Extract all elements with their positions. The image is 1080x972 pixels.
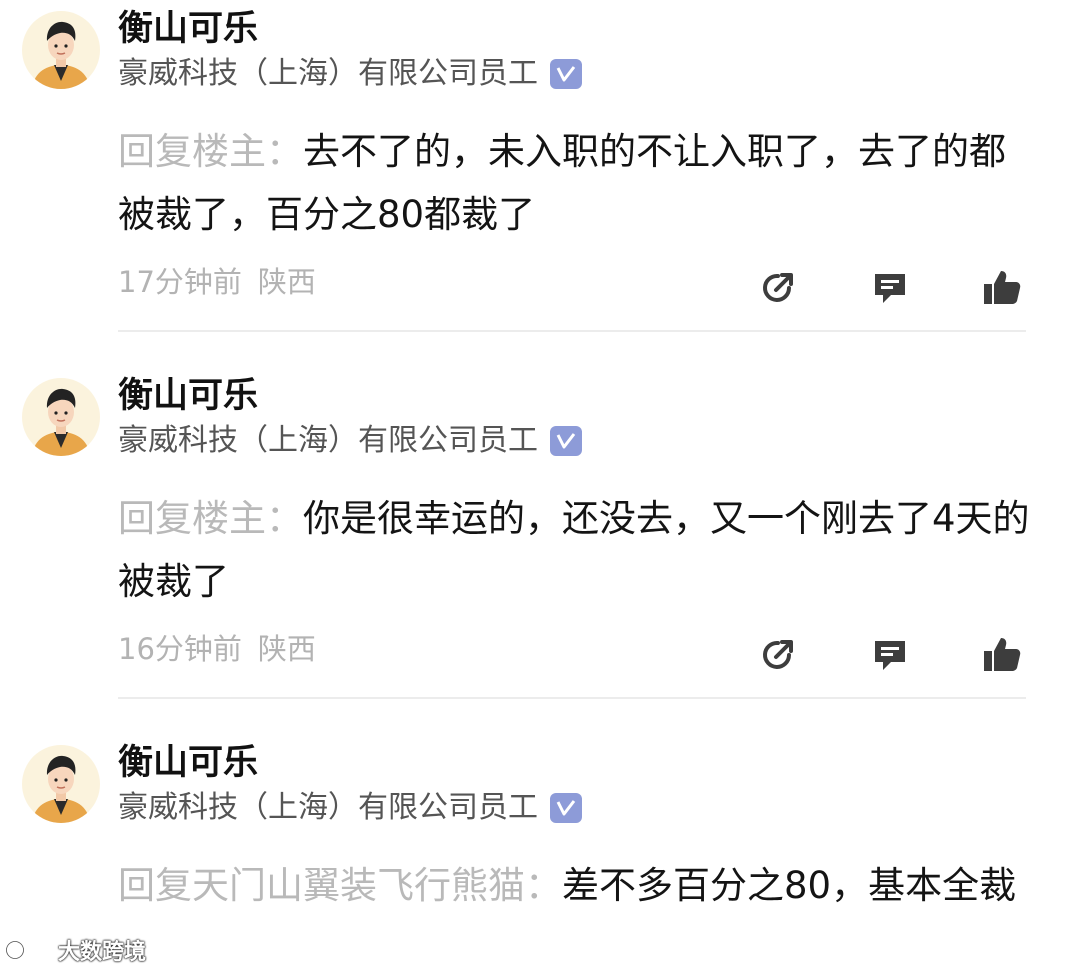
username[interactable]: 衡山可乐 — [118, 373, 258, 419]
username[interactable]: 衡山可乐 — [118, 740, 258, 786]
share-icon[interactable] — [756, 633, 800, 677]
username[interactable]: 衡山可乐 — [118, 6, 258, 52]
watermark-logo-icon — [6, 941, 51, 959]
verified-badge-icon — [550, 793, 582, 823]
avatar[interactable] — [22, 11, 100, 89]
divider — [118, 697, 1026, 699]
like-icon[interactable] — [980, 266, 1024, 310]
company-label: 豪威科技（上海）有限公司员工 — [118, 56, 538, 91]
avatar[interactable] — [22, 745, 100, 823]
comment-text: 回复楼主：你是很幸运的，还没去，又一个刚去了4天的被裁了 — [118, 487, 1038, 613]
company-row: 豪威科技（上海）有限公司员工 — [118, 421, 582, 461]
verified-badge-icon — [550, 426, 582, 456]
comment-content: 差不多百分之80，基本全裁 — [562, 864, 1017, 907]
comment-text: 回复楼主：去不了的，未入职的不让入职了，去了的都被裁了，百分之80都裁了 — [118, 120, 1038, 246]
watermark: 大数跨境 — [6, 932, 146, 968]
comment-text: 回复天门山翼装飞行熊猫：差不多百分之80，基本全裁 — [118, 854, 1038, 917]
watermark-text: 大数跨境 — [58, 940, 147, 965]
company-row: 豪威科技（上海）有限公司员工 — [118, 54, 582, 94]
share-icon[interactable] — [756, 266, 800, 310]
like-icon[interactable] — [980, 633, 1024, 677]
reply-prefix: 回复天门山翼装飞行熊猫： — [118, 864, 562, 907]
reply-icon[interactable] — [868, 266, 912, 310]
divider — [118, 330, 1026, 332]
company-row: 豪威科技（上海）有限公司员工 — [118, 788, 582, 828]
comment-actions — [0, 633, 1080, 677]
comment-actions — [0, 266, 1080, 310]
reply-prefix: 回复楼主： — [118, 497, 303, 540]
reply-prefix: 回复楼主： — [118, 130, 303, 173]
reply-icon[interactable] — [868, 633, 912, 677]
company-label: 豪威科技（上海）有限公司员工 — [118, 423, 538, 458]
company-label: 豪威科技（上海）有限公司员工 — [118, 790, 538, 825]
verified-badge-icon — [550, 59, 582, 89]
avatar[interactable] — [22, 378, 100, 456]
